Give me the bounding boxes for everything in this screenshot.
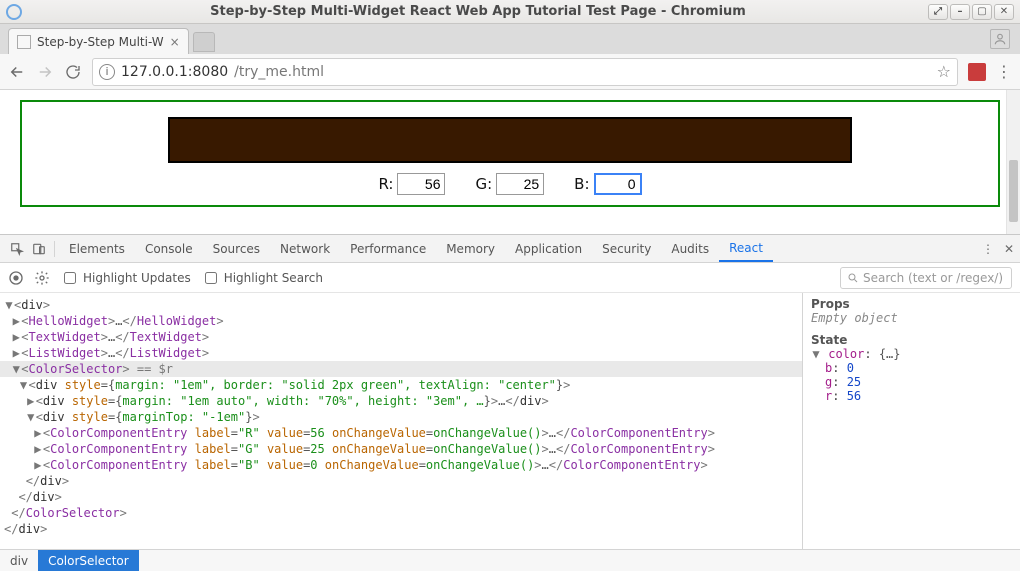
tab-network[interactable]: Network: [270, 235, 340, 262]
state-color-row[interactable]: ▼ color: {…}: [811, 347, 1012, 361]
page-scrollbar[interactable]: [1006, 90, 1020, 234]
tab-security[interactable]: Security: [592, 235, 661, 262]
color-selector-widget: R: G: B:: [20, 100, 1000, 207]
site-info-icon[interactable]: i: [99, 64, 115, 80]
state-b-row[interactable]: b: 0: [811, 361, 1012, 375]
tab-memory[interactable]: Memory: [436, 235, 505, 262]
address-bar[interactable]: i 127.0.0.1:8080/try_me.html ☆: [92, 58, 958, 86]
profile-avatar-icon[interactable]: [990, 29, 1010, 49]
browser-toolbar: i 127.0.0.1:8080/try_me.html ☆ ⋮: [0, 54, 1020, 90]
state-header: State: [811, 333, 1012, 347]
g-field: G:: [475, 173, 544, 195]
devtools-close-icon[interactable]: ✕: [1004, 242, 1014, 256]
url-path: /try_me.html: [234, 64, 324, 80]
g-label: G:: [475, 175, 492, 193]
props-empty: Empty object: [811, 311, 1012, 325]
browser-menu-icon[interactable]: ⋮: [996, 62, 1012, 81]
devtools-menu-icon[interactable]: ⋮: [982, 242, 994, 256]
props-header: Props: [811, 297, 1012, 311]
tab-console[interactable]: Console: [135, 235, 203, 262]
window-close-button[interactable]: ✕: [994, 4, 1014, 20]
react-component-tree[interactable]: ▼<div> ▶<HelloWidget>…</HelloWidget> ▶<T…: [0, 293, 802, 549]
chromium-app-icon: [6, 4, 22, 20]
search-placeholder-text: Search (text or /regex/): [863, 271, 1003, 285]
tab-performance[interactable]: Performance: [340, 235, 436, 262]
b-field: B:: [574, 173, 641, 195]
devtools-tabs: Elements Console Sources Network Perform…: [0, 235, 1020, 263]
state-g-row[interactable]: g: 25: [811, 375, 1012, 389]
react-breadcrumbs: div ColorSelector: [0, 549, 1020, 571]
tab-application[interactable]: Application: [505, 235, 592, 262]
b-label: B:: [574, 175, 589, 193]
nav-forward-button[interactable]: [36, 63, 54, 81]
bookmark-star-icon[interactable]: ☆: [937, 62, 951, 81]
nav-back-button[interactable]: [8, 63, 26, 81]
browser-tab-strip: Step-by-Step Multi-W ×: [0, 24, 1020, 54]
page-favicon-icon: [17, 35, 31, 49]
window-titlebar: Step-by-Step Multi-Widget React Web App …: [0, 0, 1020, 24]
color-swatch: [168, 117, 851, 163]
crumb-div[interactable]: div: [0, 550, 38, 571]
tab-audits[interactable]: Audits: [661, 235, 719, 262]
window-maximize-button[interactable]: ▢: [972, 4, 992, 20]
inspect-element-icon[interactable]: [6, 242, 28, 256]
toggle-device-icon[interactable]: [28, 242, 50, 256]
browser-tab[interactable]: Step-by-Step Multi-W ×: [8, 28, 189, 54]
r-field: R:: [378, 173, 445, 195]
react-settings-icon[interactable]: [34, 270, 50, 286]
tab-title: Step-by-Step Multi-W: [37, 35, 164, 49]
nav-reload-button[interactable]: [64, 63, 82, 81]
window-buttons: ⤢ – ▢ ✕: [928, 4, 1014, 20]
new-tab-button[interactable]: [193, 32, 215, 52]
r-label: R:: [378, 175, 393, 193]
tab-elements[interactable]: Elements: [59, 235, 135, 262]
state-r-row[interactable]: r: 56: [811, 389, 1012, 403]
b-input[interactable]: [594, 173, 642, 195]
tab-react[interactable]: React: [719, 235, 773, 262]
devtools-panel: Elements Console Sources Network Perform…: [0, 234, 1020, 571]
rgb-inputs-row: R: G: B:: [22, 173, 998, 195]
react-devtools-body: ▼<div> ▶<HelloWidget>…</HelloWidget> ▶<T…: [0, 293, 1020, 549]
tab-sources[interactable]: Sources: [203, 235, 270, 262]
url-host: 127.0.0.1:8080: [121, 64, 228, 80]
react-search-input[interactable]: Search (text or /regex/): [840, 267, 1012, 289]
window-minimize-button[interactable]: –: [950, 4, 970, 20]
g-input[interactable]: [496, 173, 544, 195]
react-inspect-icon[interactable]: [8, 270, 24, 286]
tree-selected-row[interactable]: ▼<ColorSelector> == $r: [0, 361, 802, 377]
scrollbar-thumb[interactable]: [1009, 160, 1018, 222]
page-viewport: R: G: B:: [0, 90, 1020, 234]
react-devtools-toolbar: Highlight Updates Highlight Search Searc…: [0, 263, 1020, 293]
highlight-updates-checkbox[interactable]: Highlight Updates: [60, 269, 191, 287]
tab-close-icon[interactable]: ×: [170, 35, 180, 49]
window-restore-button[interactable]: ⤢: [928, 4, 948, 20]
highlight-search-checkbox[interactable]: Highlight Search: [201, 269, 323, 287]
react-side-panel: Props Empty object State ▼ color: {…} b:…: [802, 293, 1020, 549]
r-input[interactable]: [397, 173, 445, 195]
crumb-colorselector[interactable]: ColorSelector: [38, 550, 139, 571]
window-title: Step-by-Step Multi-Widget React Web App …: [28, 4, 928, 19]
extension-icon[interactable]: [968, 63, 986, 81]
